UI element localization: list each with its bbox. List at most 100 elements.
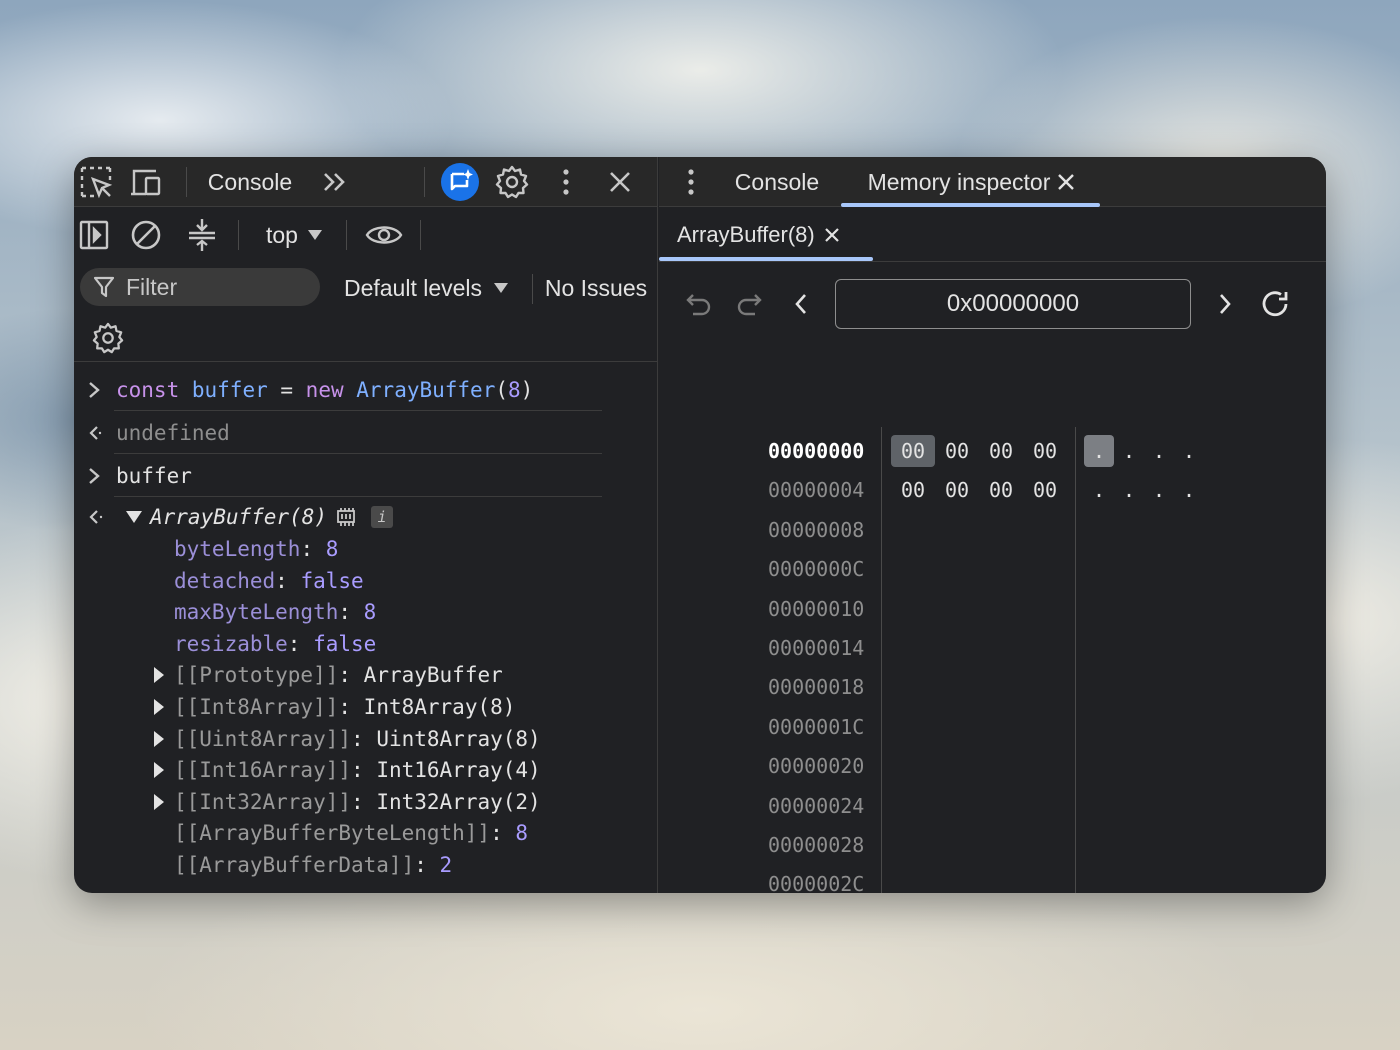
ai-assistance-icon[interactable] <box>438 157 482 207</box>
memory-navigator: 0x00000000 <box>659 269 1326 339</box>
memory-address[interactable]: 00000000 <box>768 435 878 467</box>
property-colon: : <box>338 600 364 625</box>
address-input[interactable]: 0x00000000 <box>835 279 1191 329</box>
toolbar-divider <box>424 167 425 197</box>
filter-placeholder: Filter <box>126 273 178 300</box>
hex-byte[interactable]: 00 <box>979 474 1023 506</box>
collapsed-triangle-icon[interactable] <box>154 691 164 723</box>
keyword-const: const <box>116 378 180 402</box>
buffer-tab[interactable]: ArrayBuffer(8) <box>677 208 841 262</box>
property-colon: : <box>287 631 314 656</box>
memory-address[interactable]: 00000010 <box>768 593 878 625</box>
property-colon: : <box>351 789 377 814</box>
refresh-icon[interactable] <box>1255 279 1295 329</box>
property-colon: : <box>338 695 364 719</box>
ascii-char[interactable]: . <box>1174 435 1204 467</box>
collapsed-triangle-icon[interactable] <box>154 659 164 691</box>
internal-property-row[interactable]: [[Uint8Array]]: Uint8Array(8) <box>174 723 541 755</box>
input-prompt-icon <box>88 381 108 399</box>
active-tab-indicator <box>841 203 1100 207</box>
property-key: maxByteLength <box>174 600 339 625</box>
ascii-char[interactable]: . <box>1084 435 1114 467</box>
internal-property-row[interactable]: [[Int16Array]]: Int16Array(4) <box>174 754 541 786</box>
inspect-element-icon[interactable] <box>76 157 116 207</box>
toolbar-divider <box>346 220 347 250</box>
drawer-tab-memory-inspector[interactable]: Memory inspector <box>847 157 1097 207</box>
next-page-icon[interactable] <box>1211 279 1239 329</box>
memory-address[interactable]: 00000018 <box>768 671 878 703</box>
console-input-line[interactable]: buffer <box>74 455 614 497</box>
drawer-menu-icon[interactable] <box>677 157 705 207</box>
address-value: 0x00000000 <box>946 290 1080 317</box>
close-tab-icon[interactable] <box>1056 172 1076 192</box>
memory-address[interactable]: 00000004 <box>768 474 878 506</box>
internal-value: ArrayBuffer <box>363 663 503 688</box>
sidebar-toggle-icon[interactable] <box>76 208 112 262</box>
object-property-row[interactable]: byteLength: 8 <box>174 533 338 565</box>
hex-byte[interactable]: 00 <box>891 474 935 506</box>
hex-byte[interactable]: 00 <box>1023 474 1067 506</box>
console-settings-icon[interactable] <box>88 314 128 362</box>
ascii-char[interactable]: . <box>1114 474 1144 506</box>
dropdown-arrow-icon <box>307 230 322 240</box>
tab-console-label: Console <box>207 168 293 195</box>
ascii-char[interactable]: . <box>1114 435 1144 467</box>
more-tabs-icon[interactable] <box>316 157 352 207</box>
close-buffer-icon[interactable] <box>823 226 841 244</box>
device-toggle-icon[interactable] <box>126 157 166 207</box>
internal-value: Int16Array(4) <box>376 758 541 783</box>
buffer-tab-label: ArrayBuffer(8) <box>677 222 815 247</box>
drawer-tab-console[interactable]: Console <box>721 157 833 207</box>
hex-byte[interactable]: 00 <box>935 474 979 506</box>
property-colon: : <box>275 568 301 593</box>
live-expression-icon[interactable] <box>364 208 404 262</box>
memory-address[interactable]: 00000028 <box>768 829 878 861</box>
undo-icon[interactable] <box>683 279 715 329</box>
memory-address[interactable]: 00000014 <box>768 632 878 664</box>
object-property-row[interactable]: detached: false <box>174 565 364 597</box>
memory-chip-icon[interactable] <box>335 507 357 527</box>
memory-tab-label: Memory inspector <box>867 168 1051 195</box>
settings-icon[interactable] <box>490 157 534 207</box>
internal-property-row[interactable]: [[Prototype]]: ArrayBuffer <box>174 659 503 691</box>
redo-icon[interactable] <box>733 279 765 329</box>
memory-address[interactable]: 00000020 <box>768 750 878 782</box>
context-selector[interactable]: top <box>258 208 330 262</box>
info-badge-icon[interactable]: i <box>371 506 394 528</box>
hex-byte[interactable]: 00 <box>979 435 1023 467</box>
object-property-row[interactable]: maxByteLength: 8 <box>174 596 376 628</box>
ascii-char[interactable]: . <box>1084 474 1114 506</box>
memory-address[interactable]: 0000001C <box>768 711 878 743</box>
clear-console-icon[interactable] <box>128 208 164 262</box>
object-header[interactable]: ArrayBuffer(8) i <box>126 501 394 533</box>
internal-value: Uint8Array(8) <box>376 726 541 751</box>
internal-property-row[interactable]: [[Int8Array]]: Int8Array(8) <box>174 691 515 723</box>
memory-address[interactable]: 0000000C <box>768 553 878 585</box>
log-levels-dropdown[interactable]: Default levels <box>336 262 516 314</box>
ascii-char[interactable]: . <box>1144 474 1174 506</box>
hex-byte[interactable]: 00 <box>1023 435 1067 467</box>
close-icon[interactable] <box>602 157 638 207</box>
memory-address[interactable]: 00000024 <box>768 790 878 822</box>
hex-byte[interactable]: 00 <box>891 435 935 467</box>
result-undefined: undefined <box>116 421 230 445</box>
tab-console[interactable]: Console <box>200 157 300 207</box>
issues-button[interactable]: No Issues <box>544 262 648 314</box>
collapsed-triangle-icon[interactable] <box>154 786 164 818</box>
hex-byte[interactable]: 00 <box>935 435 979 467</box>
collapsed-triangle-icon[interactable] <box>154 723 164 755</box>
hex-column-divider <box>881 427 882 893</box>
more-options-icon[interactable] <box>550 157 582 207</box>
collapsed-triangle-icon[interactable] <box>154 754 164 786</box>
ascii-char[interactable]: . <box>1174 474 1204 506</box>
object-property-row[interactable]: resizable: false <box>174 628 376 660</box>
memory-address[interactable]: 00000008 <box>768 514 878 546</box>
internal-property-row[interactable]: [[Int32Array]]: Int32Array(2) <box>174 786 541 818</box>
collapse-groups-icon[interactable] <box>184 208 220 262</box>
ascii-char[interactable]: . <box>1144 435 1174 467</box>
buffer-tab-indicator <box>659 257 873 261</box>
previous-page-icon[interactable] <box>787 279 815 329</box>
console-input-line[interactable]: const buffer = new ArrayBuffer(8) <box>74 369 614 411</box>
filter-input[interactable]: Filter <box>80 268 320 306</box>
memory-address[interactable]: 0000002C <box>768 868 878 893</box>
